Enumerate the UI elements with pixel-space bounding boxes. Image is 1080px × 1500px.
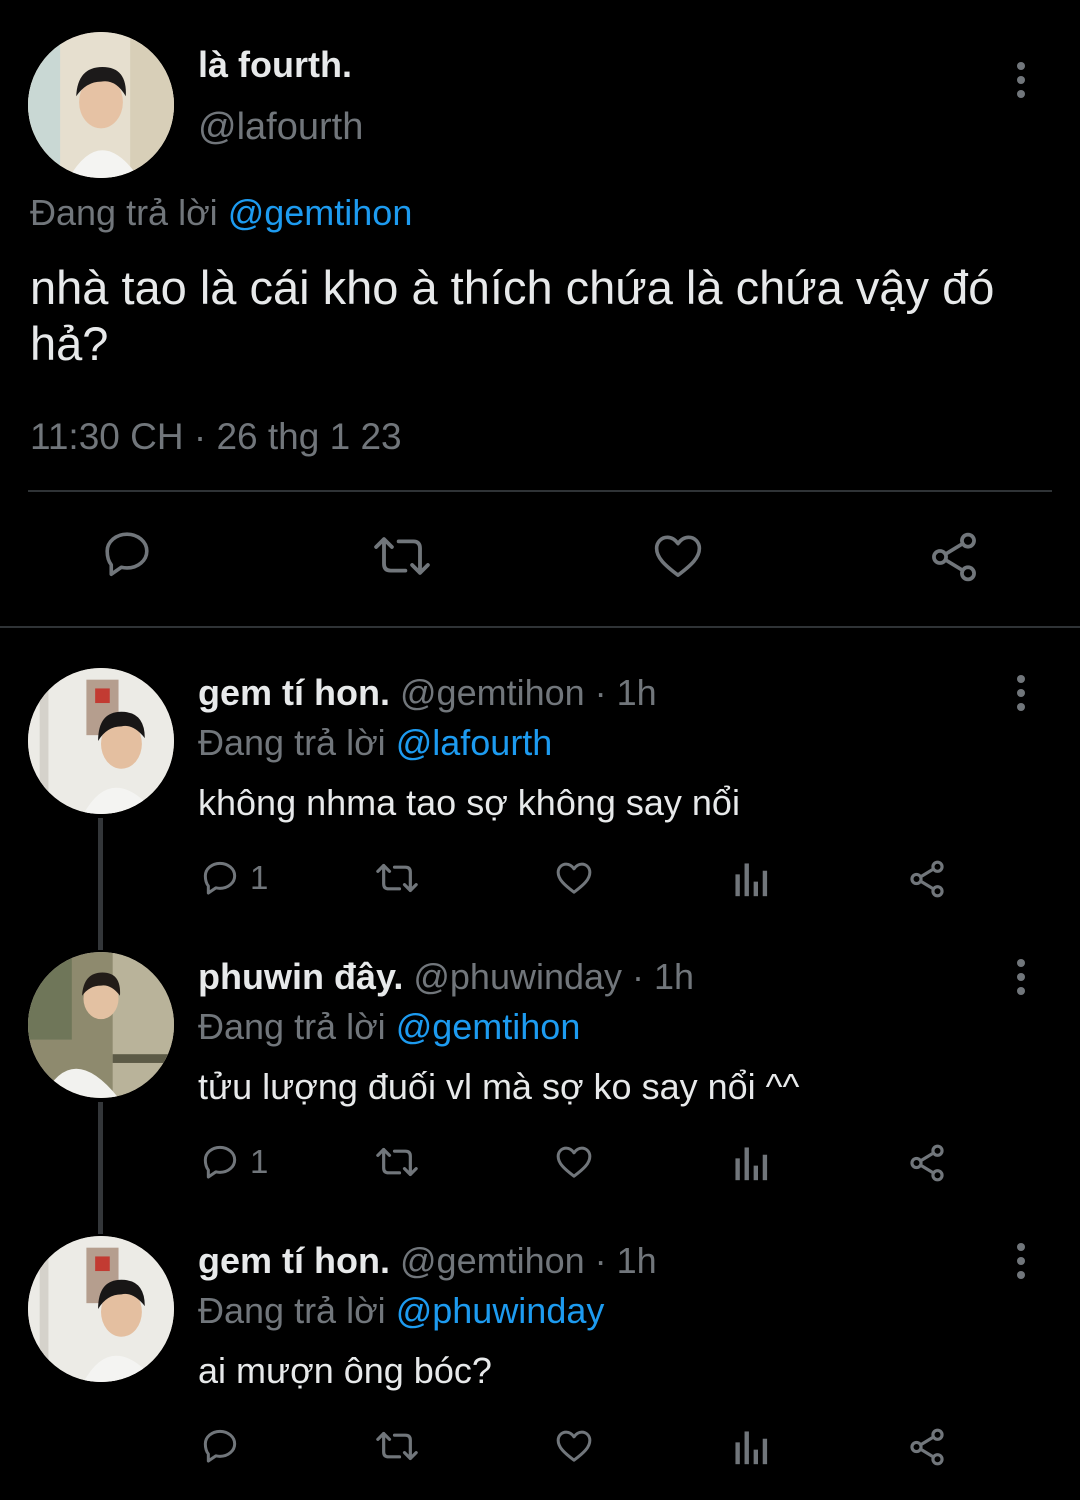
reply-header: gem tí hon. @gemtihon · 1h	[198, 1240, 657, 1282]
avatar[interactable]	[28, 952, 174, 1098]
share-icon	[910, 860, 944, 898]
avatar[interactable]	[28, 32, 174, 178]
tweet-text: không nhma tao sợ không say nổi	[198, 782, 740, 823]
mention-link[interactable]: @phuwinday	[396, 1290, 605, 1331]
avatar-photo	[28, 1236, 174, 1382]
tweet-actions: 1	[0, 858, 1080, 908]
avatar[interactable]	[28, 668, 174, 814]
analytics-icon	[735, 1431, 768, 1465]
share-button[interactable]	[906, 1142, 948, 1184]
replying-prefix: Đang trả lời	[198, 1006, 386, 1047]
display-name[interactable]: gem tí hon.	[198, 1240, 390, 1281]
retweet-icon	[376, 1147, 418, 1177]
like-button[interactable]	[552, 858, 596, 898]
mention-link[interactable]: @gemtihon	[396, 1006, 581, 1047]
tweet-text: ai mượn ông bóc?	[198, 1350, 492, 1391]
tweet-actions	[0, 1426, 1080, 1476]
share-icon	[910, 1144, 944, 1182]
tweet-text: nhà tao là cái kho à thích chứa là chứa …	[30, 261, 995, 370]
avatar[interactable]	[28, 1236, 174, 1382]
tweet-text: tửu lượng đuối vl mà sợ ko say nổi ^^	[198, 1066, 800, 1107]
display-name[interactable]: phuwin đây.	[198, 956, 403, 997]
reply-button[interactable]: 1	[200, 858, 268, 898]
views-button[interactable]	[731, 1426, 769, 1466]
reply-button[interactable]	[100, 527, 154, 581]
retweet-icon	[374, 537, 430, 575]
more-options-icon[interactable]	[1001, 668, 1041, 718]
main-tweet: là fourth. @lafourth Đang trả lời @gemti…	[0, 0, 1080, 628]
more-options-icon[interactable]	[1001, 952, 1041, 1002]
reply-tweet[interactable]: gem tí hon. @gemtihon · 1h Đang trả lời …	[0, 1236, 1080, 1486]
like-button[interactable]	[552, 1142, 596, 1182]
share-button[interactable]	[906, 1426, 948, 1468]
section-divider	[0, 626, 1080, 628]
like-icon	[556, 862, 592, 894]
like-icon	[556, 1430, 592, 1462]
replying-to: Đang trả lời @gemtihon	[30, 192, 412, 234]
handle[interactable]: @gemtihon	[400, 672, 585, 713]
retweet-icon	[376, 863, 418, 893]
timestamp[interactable]: · 1h	[595, 1240, 657, 1281]
display-name[interactable]: gem tí hon.	[198, 672, 390, 713]
reply-icon	[203, 1429, 237, 1463]
replying-prefix: Đang trả lời	[30, 192, 218, 233]
share-button[interactable]	[906, 858, 948, 900]
timestamp[interactable]: · 1h	[632, 956, 694, 997]
tweet-actions: 1	[0, 1142, 1080, 1192]
avatar-photo	[28, 32, 174, 178]
reply-tweet[interactable]: gem tí hon. @gemtihon · 1h Đang trả lời …	[0, 668, 1080, 918]
mention-link[interactable]: @gemtihon	[228, 192, 413, 233]
share-icon	[910, 1428, 944, 1466]
reply-icon	[203, 861, 237, 895]
reply-header: gem tí hon. @gemtihon · 1h	[198, 672, 657, 714]
handle[interactable]: @lafourth	[198, 106, 363, 149]
share-button[interactable]	[925, 529, 983, 585]
avatar-photo	[28, 952, 174, 1098]
replying-to: Đang trả lời @phuwinday	[198, 1290, 604, 1332]
retweet-icon	[376, 1431, 418, 1461]
views-button[interactable]	[731, 858, 769, 898]
replying-to: Đang trả lời @lafourth	[198, 722, 552, 764]
analytics-icon	[735, 1147, 768, 1181]
timestamp[interactable]: · 1h	[595, 672, 657, 713]
replying-prefix: Đang trả lời	[198, 722, 386, 763]
reply-icon	[203, 1145, 237, 1179]
more-options-icon[interactable]	[1001, 1236, 1041, 1286]
divider	[28, 490, 1052, 492]
like-button[interactable]	[552, 1426, 596, 1466]
handle[interactable]: @gemtihon	[400, 1240, 585, 1281]
reply-icon	[105, 532, 149, 577]
reply-button[interactable]	[200, 1426, 240, 1466]
like-icon	[556, 1146, 592, 1178]
retweet-button[interactable]	[372, 1142, 422, 1182]
share-icon	[932, 532, 976, 582]
analytics-icon	[735, 863, 768, 897]
views-button[interactable]	[731, 1142, 769, 1182]
replying-to: Đang trả lời @gemtihon	[198, 1006, 580, 1048]
reply-count: 1	[250, 859, 269, 896]
reply-button[interactable]: 1	[200, 1142, 268, 1182]
reply-header: phuwin đây. @phuwinday · 1h	[198, 956, 694, 998]
tweet-actions	[0, 525, 1080, 595]
display-name[interactable]: là fourth.	[198, 44, 352, 86]
like-button[interactable]	[650, 529, 706, 583]
like-icon	[654, 535, 702, 577]
mention-link[interactable]: @lafourth	[396, 722, 553, 763]
retweet-button[interactable]	[372, 858, 422, 898]
more-options-icon[interactable]	[1001, 55, 1041, 105]
avatar-photo	[28, 668, 174, 814]
reply-count: 1	[250, 1143, 269, 1180]
retweet-button[interactable]	[372, 1426, 422, 1466]
replying-prefix: Đang trả lời	[198, 1290, 386, 1331]
retweet-button[interactable]	[370, 529, 434, 583]
reply-tweet[interactable]: phuwin đây. @phuwinday · 1h Đang trả lời…	[0, 952, 1080, 1202]
handle[interactable]: @phuwinday	[413, 956, 622, 997]
timestamp[interactable]: 11:30 CH · 26 thg 1 23	[30, 416, 402, 458]
